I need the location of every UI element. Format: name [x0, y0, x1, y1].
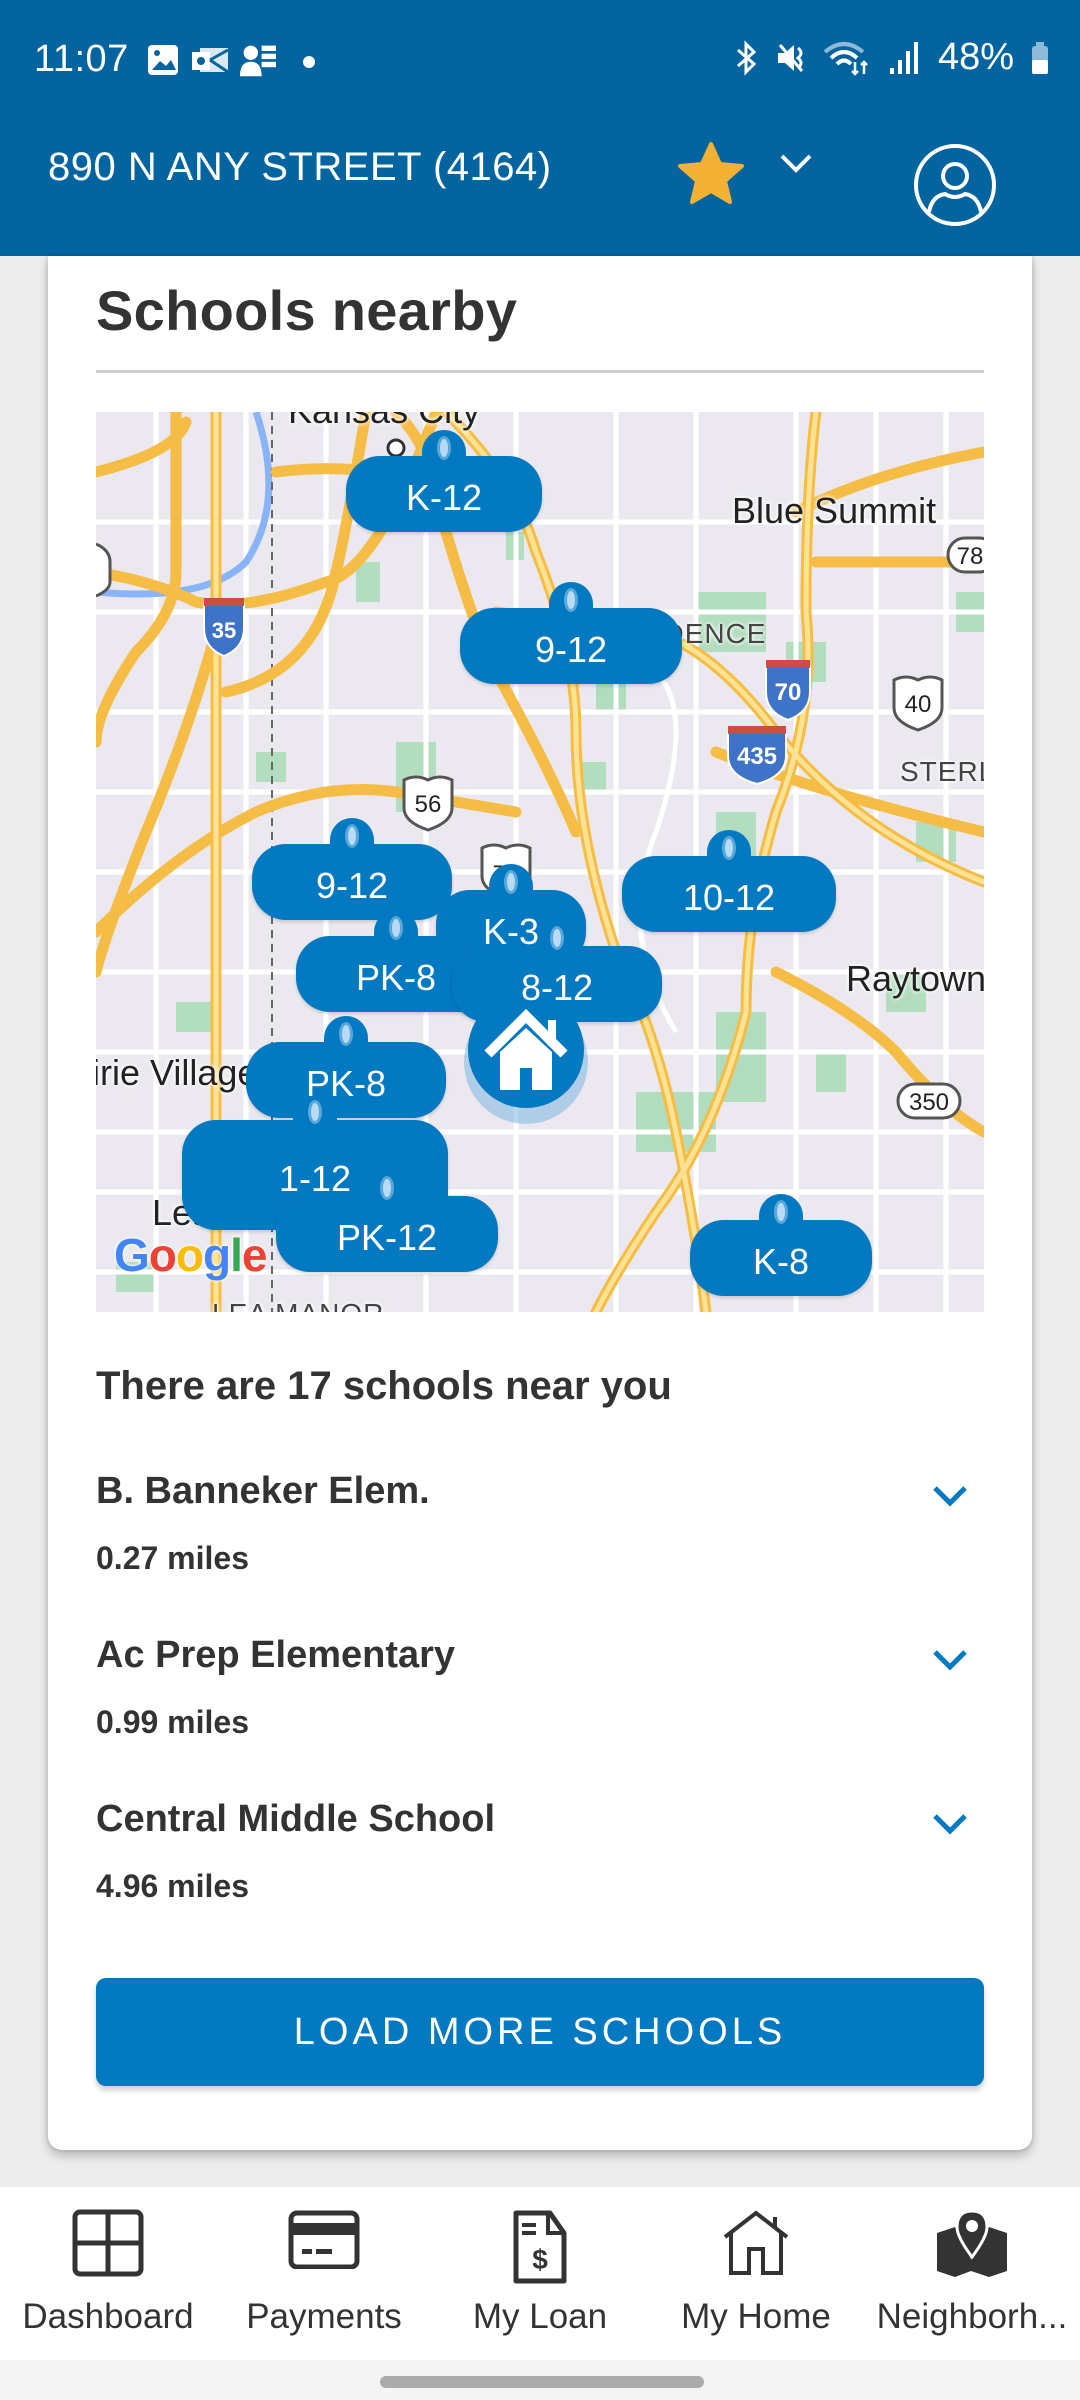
- load-more-schools-button[interactable]: LOAD MORE SCHOOLS: [96, 1978, 984, 2086]
- nav-label: My Loan: [472, 2297, 608, 2336]
- loan-document-icon: $: [513, 2210, 567, 2284]
- svg-text:70: 70: [775, 679, 802, 706]
- favorite-star-icon[interactable]: [676, 140, 746, 206]
- outlook-icon: [192, 48, 229, 74]
- credit-card-icon: [288, 2210, 360, 2269]
- nav-item-payments[interactable]: Payments: [216, 2187, 432, 2360]
- nav-label: Payments: [246, 2297, 402, 2336]
- map-label-raytown: Raytown: [846, 958, 984, 999]
- school-distance: 0.99 miles: [96, 1704, 249, 1740]
- status-time: 11:07: [34, 38, 129, 80]
- school-list-item[interactable]: Ac Prep Elementary 0.99 miles: [96, 1634, 984, 1774]
- schools-count: There are 17 schools near you: [96, 1364, 672, 1408]
- nav-item-my-loan[interactable]: $ My Loan: [432, 2187, 648, 2360]
- school-pin[interactable]: PK-8: [246, 1016, 446, 1118]
- school-name: Central Middle School: [96, 1798, 496, 1840]
- system-status: 48%: [734, 36, 1050, 79]
- nav-label: Neighborh...: [876, 2297, 1068, 2336]
- svg-text:435: 435: [737, 743, 777, 770]
- wifi-icon: [823, 41, 868, 76]
- svg-text:350: 350: [909, 1089, 949, 1116]
- nav-item-dashboard[interactable]: Dashboard: [0, 2187, 216, 2360]
- chevron-down-icon[interactable]: [932, 1484, 968, 1508]
- teams-icon: [240, 45, 276, 77]
- app-header: 11:07 48% 890 N ANY STREET (4164): [0, 0, 1080, 256]
- title-divider: [96, 370, 984, 373]
- school-distance: 0.27 miles: [96, 1540, 249, 1576]
- status-bar: 11:07 48%: [0, 30, 1080, 90]
- school-name: B. Banneker Elem.: [96, 1470, 430, 1512]
- map-label-lea-manor: LEA MANOR: [212, 1298, 384, 1312]
- nav-label: Dashboard: [22, 2297, 194, 2336]
- google-attribution: Google: [114, 1229, 267, 1281]
- school-distance: 4.96 miles: [96, 1868, 249, 1904]
- map-pin-icon: [937, 2209, 1007, 2277]
- nav-label: My Home: [681, 2297, 831, 2336]
- signal-icon: [889, 41, 918, 74]
- school-pin[interactable]: 9-12: [460, 582, 682, 684]
- chevron-down-icon[interactable]: [778, 150, 814, 176]
- schools-card: Schools nearby 35 70 435 40 56 78 350 Bl…: [48, 256, 1032, 2150]
- battery-percent: 48%: [937, 36, 1014, 78]
- school-list-item[interactable]: B. Banneker Elem. 0.27 miles: [96, 1470, 984, 1610]
- svg-text:40: 40: [905, 691, 932, 718]
- school-pin[interactable]: K-8: [690, 1194, 872, 1296]
- nav-item-neighborhood[interactable]: Neighborh...: [864, 2187, 1080, 2360]
- dot-icon: [303, 56, 315, 68]
- card-title: Schools nearby: [96, 279, 518, 342]
- schools-map[interactable]: 35 70 435 40 56 71 78 350 Kans: [96, 412, 984, 1312]
- svg-text:56: 56: [415, 791, 442, 818]
- svg-text:35: 35: [212, 618, 236, 643]
- mute-icon: [777, 43, 804, 72]
- school-pin[interactable]: PK-12: [276, 1170, 498, 1272]
- bottom-navigation: Dashboard Payments $ My Loan My Home Nei…: [0, 2187, 1080, 2360]
- bluetooth-icon: [736, 39, 757, 76]
- school-pin[interactable]: 9-12: [252, 818, 452, 920]
- map-label-prairie-village: Prairie Village: [96, 1052, 258, 1093]
- map-label-kansas-city: Kansas City: [288, 412, 480, 432]
- dashboard-icon: [72, 2209, 144, 2277]
- battery-icon: [1032, 41, 1048, 74]
- property-address[interactable]: 890 N ANY STREET (4164): [48, 145, 552, 190]
- chevron-down-icon[interactable]: [932, 1812, 968, 1836]
- school-name: Ac Prep Elementary: [96, 1634, 456, 1676]
- svg-text:78: 78: [957, 543, 984, 570]
- map-label-sterling: STERLING: [900, 756, 984, 787]
- profile-icon[interactable]: [912, 142, 998, 228]
- gallery-icon: [148, 45, 178, 75]
- school-pin[interactable]: 10-12: [622, 830, 836, 932]
- school-list-item[interactable]: Central Middle School 4.96 miles: [96, 1798, 984, 1938]
- gesture-handle[interactable]: [380, 2376, 704, 2388]
- chevron-down-icon[interactable]: [932, 1648, 968, 1672]
- map-label-blue-summit: Blue Summit: [732, 490, 937, 531]
- nav-item-my-home[interactable]: My Home: [648, 2187, 864, 2360]
- svg-text:$: $: [532, 2244, 548, 2275]
- home-icon: [723, 2210, 789, 2275]
- school-pin[interactable]: K-12: [346, 430, 542, 532]
